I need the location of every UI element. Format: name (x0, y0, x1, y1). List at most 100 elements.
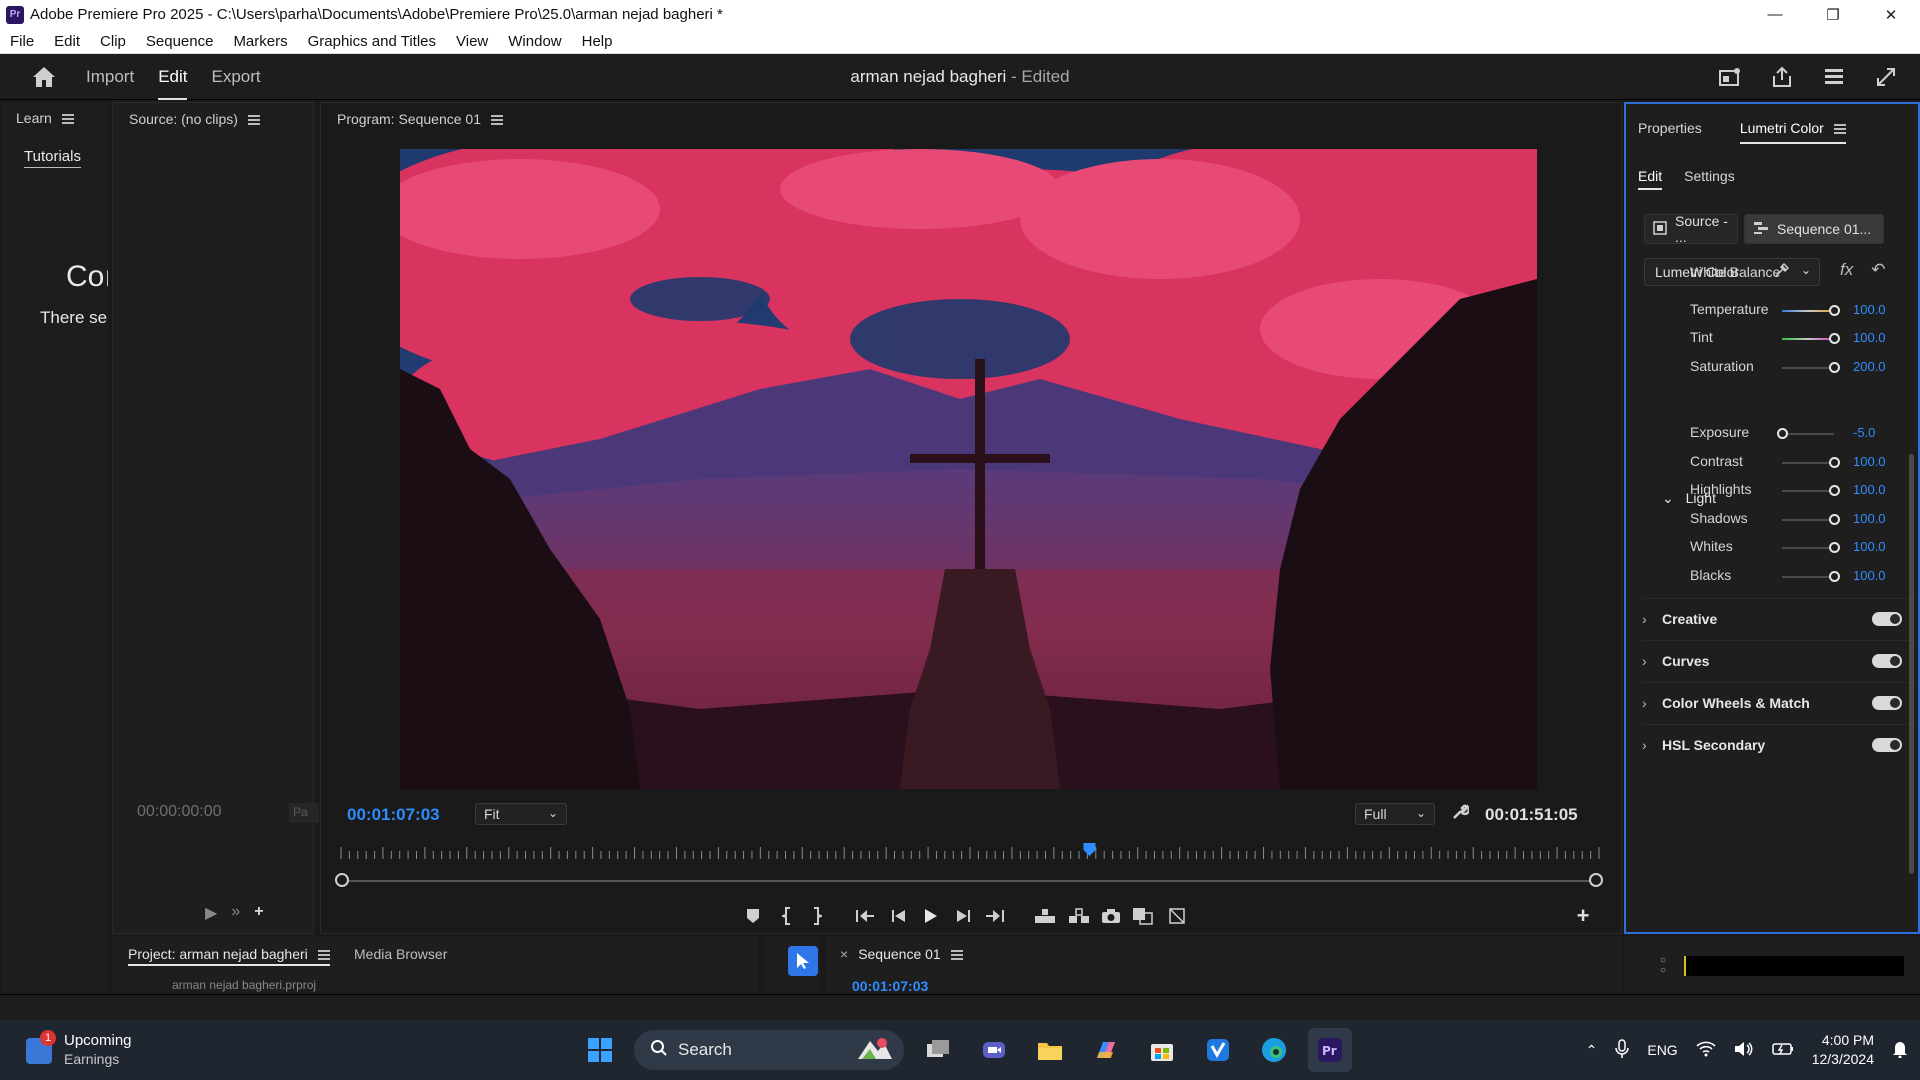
nav-edit[interactable]: Edit (158, 67, 188, 100)
panel-scrollbar[interactable] (1909, 454, 1914, 874)
wifi-icon[interactable] (1696, 1041, 1716, 1060)
tab-sequence[interactable]: × Sequence 01 (840, 946, 963, 962)
add-marker-icon[interactable] (739, 903, 767, 929)
lumetri-slider-handle[interactable] (1829, 333, 1840, 344)
start-windows-icon[interactable] (578, 1028, 622, 1072)
step-back-icon[interactable] (885, 903, 913, 929)
add-button-icon[interactable]: + (254, 903, 263, 923)
volume-icon[interactable] (1734, 1041, 1754, 1060)
extract-icon[interactable] (1065, 903, 1093, 929)
time-ruler[interactable] (337, 843, 1603, 863)
mark-out-icon[interactable] (803, 903, 831, 929)
tab-settings[interactable]: Settings (1684, 168, 1735, 190)
panel-menu-icon[interactable] (1833, 124, 1846, 135)
lumetri-slider-handle[interactable] (1829, 305, 1840, 316)
panel-menu-icon[interactable] (490, 115, 503, 126)
meter-options-icon[interactable]: ○ ○ (1660, 956, 1666, 976)
lumetri-param-value[interactable]: 100.0 (1853, 511, 1886, 526)
lumetri-section-header[interactable]: › HSL Secondary (1642, 724, 1916, 764)
playhead[interactable] (1083, 843, 1096, 856)
close-button[interactable]: ✕ (1862, 0, 1920, 29)
lumetri-slider-track[interactable] (1782, 519, 1834, 521)
tab-lumetri-color[interactable]: Lumetri Color (1739, 120, 1846, 144)
project-file-item[interactable]: arman nejad bagheri.prproj (172, 978, 316, 992)
chevron-up-icon[interactable]: ⌃ (1586, 1042, 1598, 1059)
lumetri-section-header[interactable]: › Color Wheels & Match (1642, 682, 1916, 722)
tab-media-browser[interactable]: Media Browser (354, 946, 447, 962)
taskbar-search[interactable]: Search (634, 1030, 904, 1070)
section-enable-toggle[interactable] (1872, 611, 1902, 626)
more-controls-icon[interactable]: » (231, 903, 240, 923)
task-view-icon[interactable] (916, 1028, 960, 1072)
lumetri-slider-track[interactable] (1782, 310, 1834, 312)
export-frame-camera-icon[interactable] (1097, 903, 1125, 929)
microphone-icon[interactable] (1615, 1038, 1630, 1062)
program-video-frame[interactable] (400, 149, 1537, 789)
panel-menu-icon[interactable] (61, 114, 74, 125)
lumetri-slider-track[interactable] (1782, 576, 1834, 578)
input-language[interactable]: ENG (1647, 1042, 1677, 1058)
settings-wrench-icon[interactable] (1451, 803, 1471, 826)
restore-button[interactable]: ❐ (1804, 0, 1862, 29)
tab-tutorials[interactable]: Tutorials (24, 148, 81, 168)
zoom-scrollbar-end-handle[interactable] (1589, 873, 1603, 887)
lumetri-slider-track[interactable] (1782, 547, 1834, 549)
lumetri-param-value[interactable]: 100.0 (1853, 482, 1886, 497)
menu-graphics-and-titles[interactable]: Graphics and Titles (298, 33, 446, 50)
lumetri-slider-handle[interactable] (1829, 542, 1840, 553)
panel-menu-icon[interactable] (317, 950, 330, 961)
fx-toggle-icon[interactable]: fx (1840, 260, 1853, 280)
source-timecode[interactable]: 00:00:00:00 (137, 803, 222, 821)
playback-resolution-select[interactable]: Full ⌄ (1355, 803, 1435, 825)
nav-import[interactable]: Import (86, 67, 134, 87)
home-icon[interactable] (26, 59, 62, 95)
nav-export[interactable]: Export (211, 67, 260, 87)
panel-menu-icon[interactable] (247, 115, 260, 126)
reset-effect-icon[interactable]: ↶ (1871, 260, 1885, 280)
zoom-scrollbar-start-handle[interactable] (335, 873, 349, 887)
mark-in-icon[interactable] (773, 903, 801, 929)
menu-file[interactable]: File (0, 33, 44, 50)
edge-browser-icon[interactable] (1252, 1028, 1296, 1072)
fullscreen-icon[interactable] (1870, 62, 1902, 92)
lumetri-slider-handle[interactable] (1829, 362, 1840, 373)
close-icon[interactable]: × (840, 946, 848, 962)
play-icon[interactable] (917, 903, 945, 929)
menu-edit[interactable]: Edit (44, 33, 90, 50)
battery-icon[interactable] (1771, 1042, 1794, 1059)
premiere-pro-taskbar-icon[interactable]: Pr (1308, 1028, 1352, 1072)
menu-markers[interactable]: Markers (223, 33, 297, 50)
light-section-header[interactable]: ⌄ Light (1662, 490, 1716, 507)
go-to-in-icon[interactable] (851, 903, 879, 929)
sequence-clip-button[interactable]: Sequence 01... (1744, 214, 1884, 244)
menu-clip[interactable]: Clip (90, 33, 136, 50)
lumetri-slider-handle[interactable] (1829, 457, 1840, 468)
program-current-timecode[interactable]: 00:01:07:03 (347, 805, 440, 825)
tab-project[interactable]: Project: arman nejad bagheri (128, 946, 330, 966)
menu-window[interactable]: Window (498, 33, 571, 50)
lift-icon[interactable] (1031, 903, 1059, 929)
file-explorer-icon[interactable] (1028, 1028, 1072, 1072)
menu-view[interactable]: View (446, 33, 498, 50)
lumetri-slider-track[interactable] (1782, 367, 1834, 369)
lumetri-slider-handle[interactable] (1829, 514, 1840, 525)
lumetri-slider-handle[interactable] (1829, 485, 1840, 496)
button-editor-plus-icon[interactable]: + (1569, 903, 1597, 929)
zoom-scrollbar[interactable] (343, 880, 1595, 882)
system-clock[interactable]: 4:00 PM 12/3/2024 (1812, 1031, 1874, 1069)
lumetri-section-header[interactable]: › Curves (1642, 640, 1916, 680)
section-enable-toggle[interactable] (1872, 737, 1902, 752)
step-forward-icon[interactable] (949, 903, 977, 929)
play-icon[interactable]: ▶ (205, 903, 217, 923)
tab-edit[interactable]: Edit (1638, 168, 1663, 190)
lumetri-slider-handle[interactable] (1829, 571, 1840, 582)
meet-icon[interactable] (972, 1028, 1016, 1072)
notifications-bell-icon[interactable] (1892, 1040, 1908, 1061)
lumetri-slider-track[interactable] (1782, 338, 1834, 340)
lumetri-slider-track[interactable] (1782, 433, 1834, 435)
microsoft-store-icon[interactable] (1140, 1028, 1184, 1072)
source-clip-button[interactable]: Source - ... (1644, 213, 1738, 245)
menu-sequence[interactable]: Sequence (136, 33, 224, 50)
tab-properties[interactable]: Properties (1638, 120, 1702, 144)
vpn-app-icon[interactable] (1196, 1028, 1240, 1072)
